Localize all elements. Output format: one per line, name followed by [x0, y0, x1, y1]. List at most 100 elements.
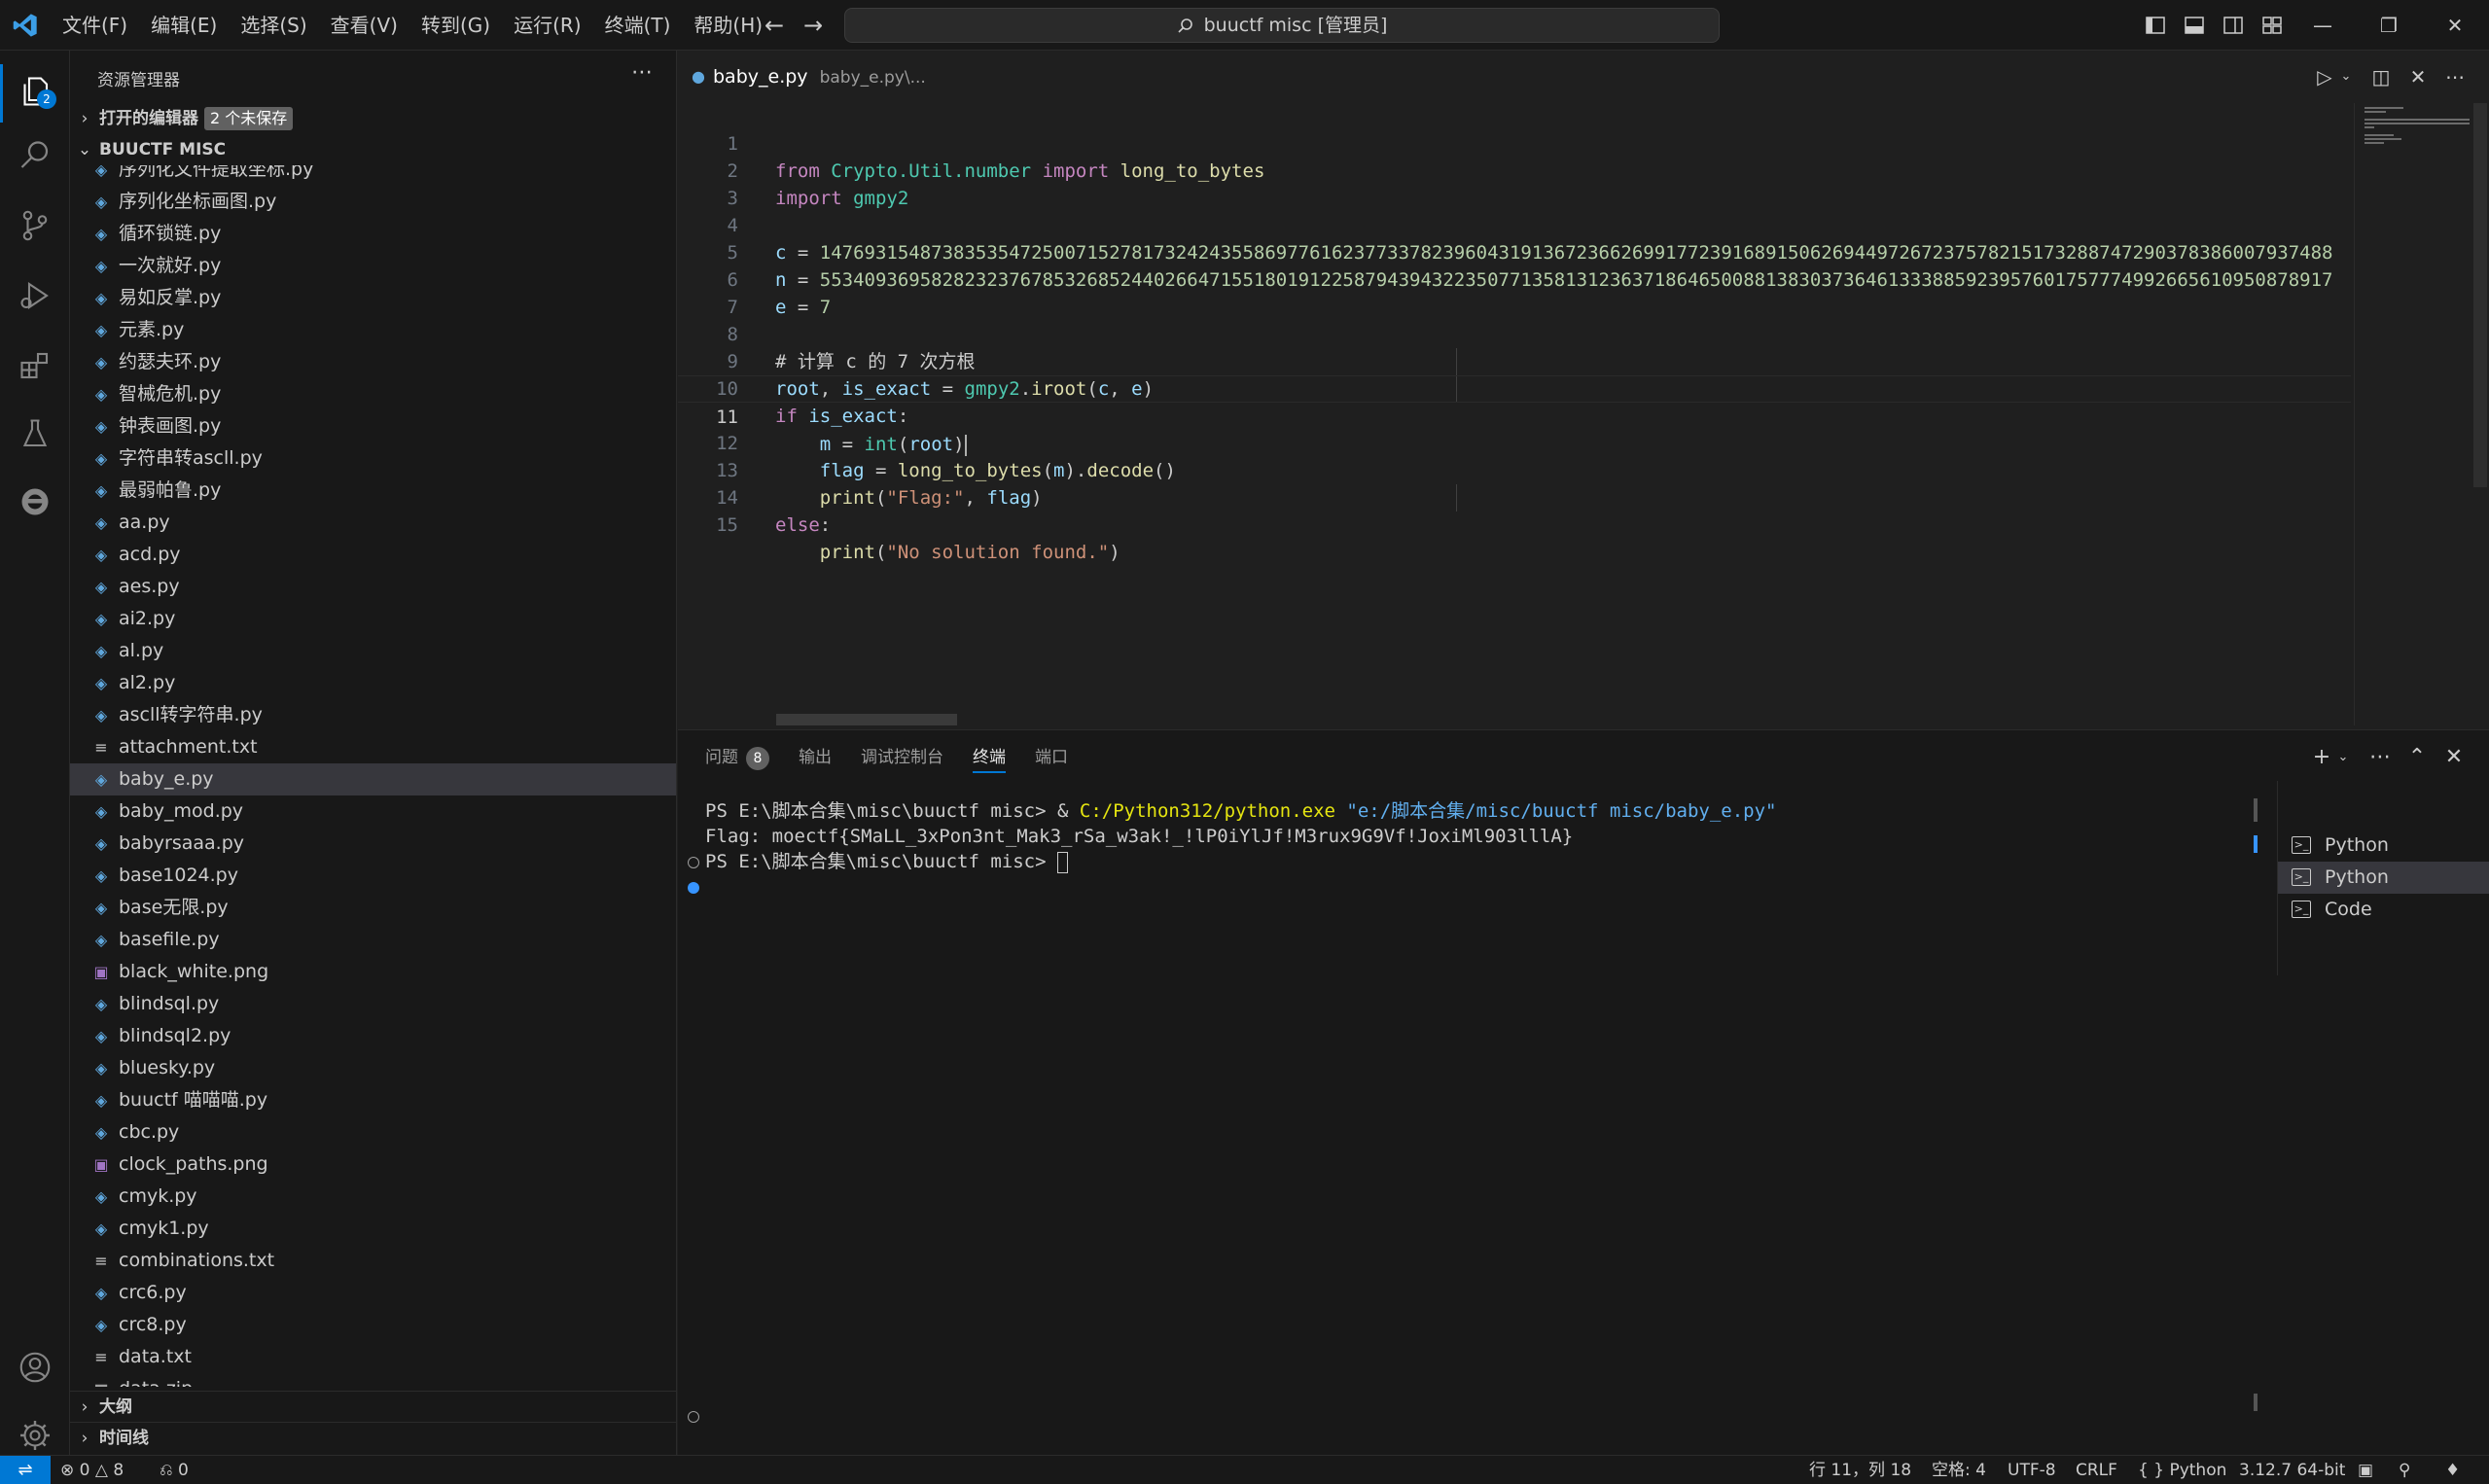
file-item[interactable]: ≡ data.txt	[70, 1341, 676, 1373]
feedback-icon[interactable]: ⚲	[2399, 1456, 2410, 1484]
customize-layout-icon[interactable]	[2260, 14, 2284, 37]
file-item[interactable]: ◈ crc8.py	[70, 1309, 676, 1341]
file-item[interactable]: ◈ baby_mod.py	[70, 795, 676, 828]
file-item[interactable]: ◈ 钟表画图.py	[70, 410, 676, 442]
vertical-scrollbar[interactable]	[2471, 103, 2489, 725]
minimize-button[interactable]: —	[2292, 0, 2354, 51]
menu-edit[interactable]: 编辑(E)	[139, 0, 229, 51]
file-item[interactable]: ◈ 循环锁链.py	[70, 218, 676, 250]
tab-debug-console[interactable]: 调试控制台	[861, 730, 943, 785]
eol-status[interactable]: CRLF	[2076, 1456, 2117, 1484]
indentation-status[interactable]: 空格: 4	[1932, 1456, 1986, 1484]
file-item[interactable]: ▣ black_white.png	[70, 956, 676, 988]
file-item[interactable]: ◈ buuctf 喵喵喵.py	[70, 1084, 676, 1116]
cursor-position[interactable]: 行 11，列 18	[1809, 1456, 1911, 1484]
file-item[interactable]: ◈ base1024.py	[70, 860, 676, 892]
tab-baby-e[interactable]: ● baby_e.py baby_e.py\...	[678, 51, 945, 103]
tab-problems[interactable]: 问题 8	[705, 730, 769, 785]
file-item[interactable]: ◈ blindsql.py	[70, 988, 676, 1020]
notifications-bell-icon[interactable]: ♦	[2445, 1456, 2460, 1484]
remote-indicator-icon[interactable]: ⇌	[0, 1456, 51, 1484]
tab-terminal[interactable]: 终端	[973, 730, 1006, 785]
more-actions-icon[interactable]: ⋯	[2442, 64, 2468, 89]
copilot-icon[interactable]: ▣	[2358, 1456, 2373, 1484]
chevron-down-icon[interactable]: ⌄	[2333, 64, 2359, 89]
terminal-item-python-1[interactable]: >_ Python	[2278, 830, 2489, 862]
restore-button[interactable]: ❐	[2358, 0, 2420, 51]
file-item[interactable]: ■ data.zip	[70, 1373, 676, 1387]
chevron-down-icon[interactable]: ⌄	[2329, 744, 2357, 771]
ports-status[interactable]: ⎌ 0	[160, 1456, 189, 1484]
file-item[interactable]: ◈ basefile.py	[70, 924, 676, 956]
remote-explorer-icon[interactable]	[18, 484, 53, 519]
file-item[interactable]: ◈ 字符串转ascll.py	[70, 442, 676, 475]
maximize-panel-icon[interactable]: ⌃	[2403, 744, 2431, 771]
minimap[interactable]	[2354, 103, 2471, 725]
file-item[interactable]: ◈ crc6.py	[70, 1277, 676, 1309]
folder-section[interactable]: ⌄ BUUCTF MISC	[70, 134, 676, 165]
file-item[interactable]: ▣ clock_paths.png	[70, 1148, 676, 1181]
toggle-primary-sidebar-icon[interactable]	[2144, 14, 2167, 37]
file-item[interactable]: ◈ ai2.py	[70, 603, 676, 635]
close-tab-icon[interactable]: ✕	[2405, 64, 2431, 89]
file-item[interactable]: ◈ aes.py	[70, 571, 676, 603]
file-item[interactable]: ◈ 最弱帕鲁.py	[70, 475, 676, 507]
encoding-status[interactable]: UTF-8	[2008, 1456, 2056, 1484]
file-item[interactable]: ◈ ascll转字符串.py	[70, 699, 676, 731]
timeline-section[interactable]: › 时间线	[70, 1422, 676, 1453]
more-actions-icon[interactable]: ⋯	[631, 60, 653, 85]
language-status[interactable]: { } Python	[2138, 1456, 2226, 1484]
toggle-secondary-sidebar-icon[interactable]	[2222, 14, 2245, 37]
file-item[interactable]: ◈ cmyk1.py	[70, 1213, 676, 1245]
menu-selection[interactable]: 选择(S)	[229, 0, 318, 51]
file-item[interactable]: ◈ acd.py	[70, 539, 676, 571]
file-item[interactable]: ◈ base无限.py	[70, 892, 676, 924]
toggle-panel-icon[interactable]	[2183, 14, 2206, 37]
extensions-icon[interactable]	[18, 348, 53, 383]
file-item[interactable]: ◈ 元素.py	[70, 314, 676, 346]
menu-go[interactable]: 转到(G)	[409, 0, 502, 51]
tab-output[interactable]: 输出	[799, 730, 832, 785]
file-item[interactable]: ≡ attachment.txt	[70, 731, 676, 763]
horizontal-scrollbar[interactable]	[776, 714, 957, 725]
menu-run[interactable]: 运行(R)	[502, 0, 593, 51]
file-item[interactable]: ◈ 易如反掌.py	[70, 282, 676, 314]
command-center-search[interactable]: buuctf misc [管理员]	[844, 8, 1720, 43]
file-item[interactable]: ◈ 智械危机.py	[70, 378, 676, 410]
menu-view[interactable]: 查看(V)	[319, 0, 409, 51]
file-item[interactable]: ≡ combinations.txt	[70, 1245, 676, 1277]
forward-arrow-icon[interactable]: →	[800, 12, 827, 39]
settings-gear-icon[interactable]	[18, 1418, 53, 1453]
tab-ports[interactable]: 端口	[1035, 730, 1068, 785]
accounts-icon[interactable]	[18, 1350, 53, 1385]
file-item[interactable]: ◈ al.py	[70, 635, 676, 667]
more-actions-icon[interactable]: ⋯	[2366, 744, 2394, 771]
terminal-scrollbar[interactable]	[2254, 798, 2258, 1421]
file-item[interactable]: ◈ bluesky.py	[70, 1052, 676, 1084]
run-debug-icon[interactable]	[18, 278, 53, 313]
file-item[interactable]: ◈ 序列化坐标画图.py	[70, 186, 676, 218]
file-item[interactable]: ◈ cmyk.py	[70, 1181, 676, 1213]
file-item[interactable]: ◈ 一次就好.py	[70, 250, 676, 282]
close-panel-icon[interactable]: ✕	[2440, 744, 2468, 771]
file-item[interactable]: ◈ 序列化文件提取坐标.py	[70, 165, 676, 186]
split-editor-icon[interactable]: ◫	[2368, 64, 2394, 89]
search-view-icon[interactable]	[18, 138, 53, 173]
menu-terminal[interactable]: 终端(T)	[593, 0, 683, 51]
menu-file[interactable]: 文件(F)	[51, 0, 139, 51]
file-item[interactable]: ◈ baby_e.py	[70, 763, 676, 795]
back-arrow-icon[interactable]: ←	[761, 12, 788, 39]
code-editor[interactable]: 1 from Crypto.Util.number import long_to…	[678, 103, 2351, 725]
close-window-button[interactable]: ✕	[2424, 0, 2486, 51]
file-item[interactable]: ◈ babyrsaaa.py	[70, 828, 676, 860]
outline-section[interactable]: › 大纲	[70, 1391, 676, 1422]
testing-flask-icon[interactable]	[18, 416, 53, 451]
file-item[interactable]: ◈ cbc.py	[70, 1116, 676, 1148]
terminal-item-code[interactable]: >_ Code	[2278, 894, 2489, 926]
problems-status[interactable]: ⊗ 0 △ 8	[60, 1456, 124, 1484]
source-control-icon[interactable]	[18, 208, 53, 243]
file-item[interactable]: ◈ aa.py	[70, 507, 676, 539]
file-item[interactable]: ◈ blindsql2.py	[70, 1020, 676, 1052]
file-item[interactable]: ◈ al2.py	[70, 667, 676, 699]
interpreter-status[interactable]: 3.12.7 64-bit	[2239, 1456, 2345, 1484]
